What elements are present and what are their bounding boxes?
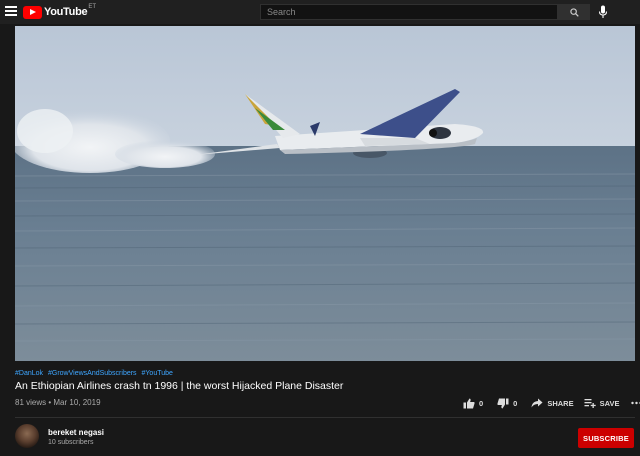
subscriber-count: 10 subscribers [48, 439, 94, 446]
country-code: ET [88, 4, 96, 10]
subscribe-button[interactable]: SUBSCRIBE [578, 428, 634, 448]
more-actions-button[interactable] [631, 401, 640, 405]
search-icon [569, 7, 579, 17]
share-button[interactable]: SHARE [531, 398, 574, 408]
search-button[interactable] [558, 4, 590, 20]
more-icon [631, 401, 640, 405]
video-meta: 81 views • Mar 10, 2019 [15, 398, 101, 407]
video-title: An Ethiopian Airlines crash tn 1996 | th… [15, 380, 344, 392]
search-box [260, 4, 590, 20]
share-icon [531, 398, 543, 408]
save-button[interactable]: SAVE [584, 398, 620, 408]
like-count: 0 [479, 398, 484, 408]
mic-icon[interactable] [598, 5, 608, 19]
hashtag-link[interactable]: #DanLok [15, 370, 43, 377]
menu-icon[interactable] [5, 6, 17, 16]
thumbs-down-icon [497, 398, 509, 408]
video-frame [15, 26, 635, 361]
action-bar: 0 0 SHARE SAVE [463, 396, 640, 410]
youtube-play-icon [23, 5, 42, 19]
hashtag-link[interactable]: #YouTube [142, 370, 173, 377]
save-label: SAVE [599, 398, 620, 408]
video-player[interactable] [15, 26, 635, 361]
share-label: SHARE [547, 398, 574, 408]
view-count: 81 views [15, 398, 47, 407]
upload-date: Mar 10, 2019 [53, 398, 101, 407]
dislike-count: 0 [513, 398, 518, 408]
dislike-button[interactable]: 0 [497, 398, 517, 409]
youtube-logo[interactable]: YouTube ET [23, 4, 96, 19]
channel-name[interactable]: bereket negasi [48, 428, 104, 437]
divider [15, 417, 635, 418]
thumbs-up-icon [463, 398, 475, 408]
like-button[interactable]: 0 [463, 398, 483, 409]
channel-avatar[interactable] [15, 424, 39, 448]
masthead: YouTube ET [0, 0, 640, 24]
save-playlist-icon [584, 399, 596, 408]
search-input[interactable] [260, 4, 558, 20]
hashtag-link[interactable]: #GrowViewsAndSubscribers [48, 370, 137, 377]
hashtag-list: #DanLok #GrowViewsAndSubscribers #YouTub… [15, 370, 176, 377]
logo-text: YouTube [44, 6, 88, 18]
